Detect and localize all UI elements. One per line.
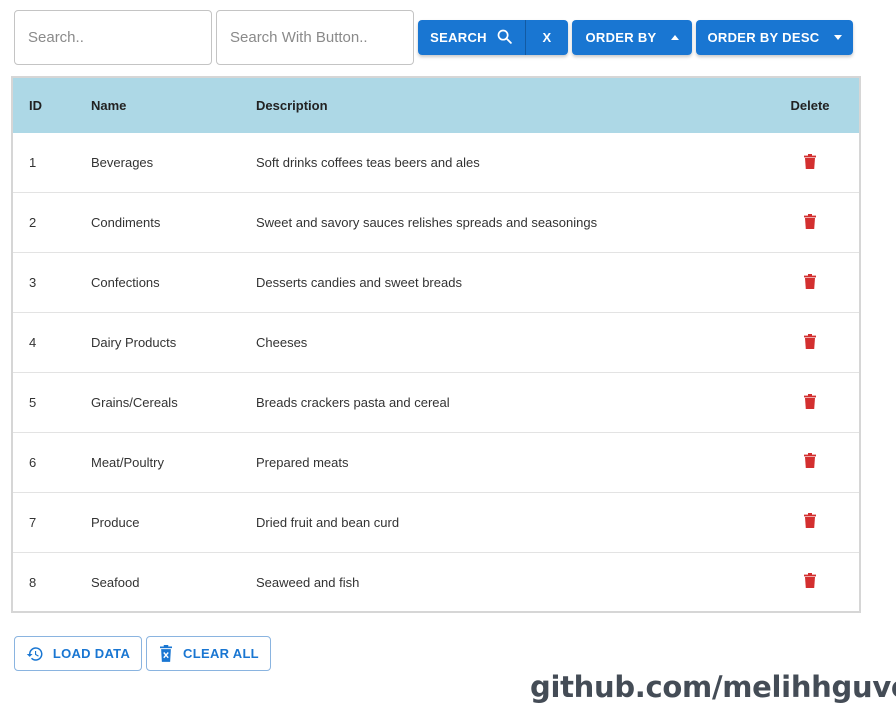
delete-row-button[interactable] (798, 331, 822, 355)
trash-icon (804, 333, 816, 352)
trash-icon (804, 513, 816, 531)
search-button-label: SEARCH (430, 30, 487, 45)
cell-name: Beverages (91, 155, 154, 171)
cell-description: Dried fruit and bean curd (256, 514, 400, 530)
delete-row-button[interactable] (798, 450, 822, 474)
cell-name: Meat/Poultry (91, 454, 164, 470)
cell-name: Confections (91, 275, 160, 291)
search-icon (496, 28, 513, 48)
categories-table-container: ID Name Description Delete 1 Beverages Sof… (11, 76, 861, 613)
cell-description: Prepared meats (256, 454, 349, 470)
search-button-group: SEARCH X (418, 20, 568, 55)
cell-delete (761, 373, 859, 433)
table-row: 1 Beverages Soft drinks coffees teas beers… (13, 133, 859, 193)
table-body: 1 Beverages Soft drinks coffees teas beers… (13, 133, 859, 612)
table-row: 6 Meat/Poultry Prepared meats (13, 432, 859, 492)
cell-description: Cheeses (256, 335, 308, 351)
table-row: 3 Confections Desserts candies and sweet b… (13, 252, 859, 313)
cell-delete (761, 133, 859, 193)
order-by-button[interactable]: ORDER BY (572, 20, 692, 55)
clear-all-label: CLEAR ALL (183, 646, 259, 661)
delete-row-button[interactable] (798, 391, 822, 415)
delete-row-button[interactable] (798, 570, 822, 594)
trash-icon (804, 153, 816, 172)
cell-id: 5 (29, 395, 37, 410)
categories-table: ID Name Description Delete 1 Beverages Sof… (13, 78, 859, 612)
order-by-desc-button-group: ORDER BY DESC (696, 20, 853, 55)
arrow-down-icon (833, 35, 842, 40)
cell-description: Desserts candies and sweet breads (256, 275, 462, 291)
delete-row-button[interactable] (798, 151, 822, 175)
load-data-button[interactable]: LOAD DATA (14, 636, 142, 671)
table-row: 2 Condiments Sweet and savory sauces relis… (13, 192, 859, 253)
search-input[interactable] (14, 10, 212, 65)
order-by-button-group: ORDER BY (572, 20, 692, 55)
cell-description: Breads crackers pasta and cereal (256, 395, 450, 410)
cell-id: 4 (29, 335, 37, 351)
cell-delete (761, 253, 859, 313)
delete-row-button[interactable] (798, 510, 822, 534)
order-by-desc-button[interactable]: ORDER BY DESC (696, 20, 853, 55)
table-row: 8 Seafood Seaweed and fish (13, 552, 859, 612)
cell-delete (761, 492, 859, 552)
trash-icon (804, 453, 816, 471)
clear-all-button[interactable]: CLEAR ALL (146, 636, 271, 671)
table-row: 7 Produce Dried fruit and bean curd (13, 492, 859, 552)
delete-row-button[interactable] (798, 271, 822, 295)
cell-id: 8 (29, 574, 37, 590)
cell-delete (761, 432, 859, 492)
cell-delete (761, 313, 859, 373)
clear-search-button[interactable]: X (526, 20, 568, 55)
trash-icon (804, 273, 816, 292)
cell-name: Seafood (91, 574, 140, 590)
order-by-label: ORDER BY (585, 30, 657, 45)
trash-icon (804, 393, 816, 412)
cell-name: Dairy Products (91, 335, 177, 351)
cell-delete (761, 552, 859, 612)
column-header-description: Description (256, 98, 328, 113)
cell-id: 6 (29, 454, 37, 470)
cell-delete (761, 193, 859, 253)
table-row: 4 Dairy Products Cheeses (13, 312, 859, 373)
clear-search-label: X (542, 30, 552, 45)
trash-icon (804, 213, 816, 232)
cell-id: 7 (29, 514, 37, 530)
cell-name: Condiments (91, 215, 161, 231)
column-header-delete: Delete (790, 98, 830, 113)
cell-name: Grains/Cereals (91, 395, 178, 410)
cell-name: Produce (91, 514, 140, 530)
order-by-desc-label: ORDER BY DESC (707, 30, 820, 45)
cell-description: Seaweed and fish (256, 574, 360, 590)
table-header-row: ID Name Description Delete (13, 78, 859, 133)
cell-description: Sweet and savory sauces relishes spreads… (256, 215, 598, 231)
app-root: SEARCH X ORDER BY ORDER BY DESC (0, 0, 896, 716)
search-with-button-input[interactable] (216, 10, 414, 65)
cell-id: 1 (29, 155, 37, 171)
delete-row-button[interactable] (798, 211, 822, 235)
cell-id: 2 (29, 215, 37, 231)
column-header-name: Name (91, 98, 127, 113)
delete-sweep-icon (158, 644, 174, 663)
search-button[interactable]: SEARCH (418, 20, 526, 55)
load-data-label: LOAD DATA (52, 646, 131, 661)
column-header-id: ID (29, 98, 42, 113)
table-row: 5 Grains/Cereals Breads crackers pasta and… (13, 372, 859, 433)
cell-id: 3 (29, 275, 37, 291)
trash-icon (804, 573, 816, 591)
cell-description: Soft drinks coffees teas beers and ales (256, 155, 480, 171)
watermark-text: github.com/melihhguven (530, 670, 896, 704)
arrow-up-icon (670, 35, 679, 40)
history-icon (26, 645, 44, 663)
